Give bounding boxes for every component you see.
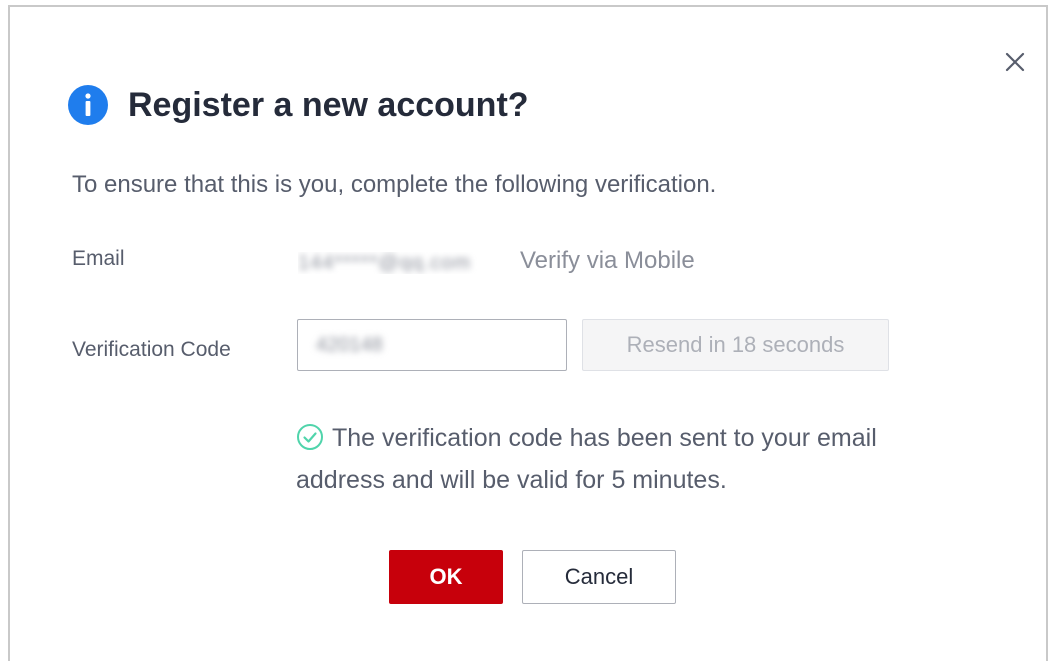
close-icon — [1005, 52, 1025, 72]
success-message-text: The verification code has been sent to y… — [296, 424, 877, 494]
close-button[interactable] — [1000, 47, 1030, 77]
email-value-text: 144*****@qq.com — [298, 252, 472, 274]
verification-code-label: Verification Code — [72, 338, 231, 361]
email-value: 144*****@qq.com — [298, 252, 504, 274]
ok-button[interactable]: OK — [389, 550, 503, 604]
page: Register a new account? To ensure that t… — [0, 0, 1056, 661]
dialog-header: Register a new account? — [68, 83, 529, 127]
verification-code-input[interactable]: 420148 — [297, 319, 567, 371]
verify-via-mobile-link[interactable]: Verify via Mobile — [520, 247, 695, 275]
check-circle-icon — [297, 424, 323, 450]
verification-code-value: 420148 — [316, 333, 383, 356]
success-message: The verification code has been sent to y… — [296, 417, 956, 501]
cancel-button[interactable]: Cancel — [522, 550, 676, 604]
register-dialog: Register a new account? To ensure that t… — [8, 5, 1048, 661]
dialog-description: To ensure that this is you, complete the… — [72, 171, 717, 198]
email-label: Email — [72, 247, 125, 270]
resend-code-button[interactable]: Resend in 18 seconds — [582, 319, 889, 371]
dialog-title: Register a new account? — [128, 85, 529, 124]
info-icon — [68, 85, 108, 125]
